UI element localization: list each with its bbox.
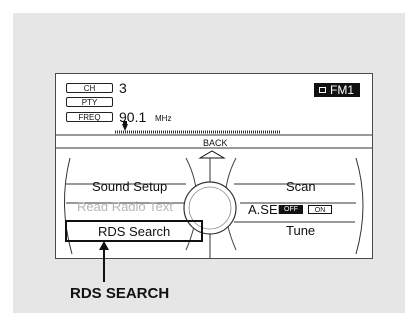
arrow-up-icon xyxy=(99,241,109,250)
panel-lines xyxy=(56,121,372,282)
a-sel-off[interactable]: OFF xyxy=(279,205,303,214)
sound-setup-button[interactable]: Sound Setup xyxy=(92,179,167,194)
tuning-pointer xyxy=(122,124,128,131)
read-radio-text-button[interactable]: Read Radio Text xyxy=(77,199,173,214)
a-sel-on[interactable]: ON xyxy=(308,205,332,214)
center-knob xyxy=(183,181,237,235)
manual-illustration: CH PTY FREQ 3 90.1 MHz FM1 BACK Sound Se… xyxy=(0,0,419,327)
scan-button[interactable]: Scan xyxy=(286,179,316,194)
tune-button[interactable]: Tune xyxy=(286,223,315,238)
back-label[interactable]: BACK xyxy=(203,138,228,148)
triangle-up-icon xyxy=(198,150,226,159)
rds-search-button[interactable]: RDS Search xyxy=(98,224,170,239)
callout-label: RDS SEARCH xyxy=(70,285,170,302)
